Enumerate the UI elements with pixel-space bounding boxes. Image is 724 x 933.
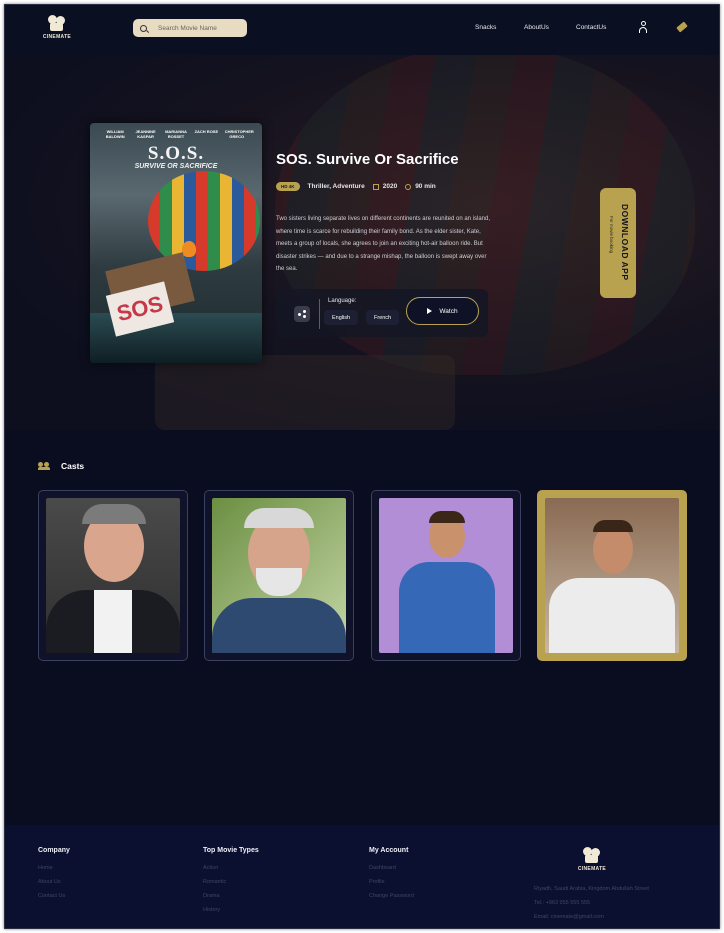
footer-heading: My Account — [369, 847, 409, 854]
casts-heading: Casts — [61, 461, 85, 471]
footer-heading: Company — [38, 847, 70, 854]
language-english-button[interactable]: English — [324, 310, 359, 325]
movie-year: 2020 — [382, 183, 398, 190]
movie-hero: SOS WILLIAM BALDWIN JEANNINE KASPAR MARI… — [5, 55, 719, 430]
share-button[interactable] — [294, 306, 310, 322]
search-input[interactable] — [158, 24, 238, 32]
calendar-icon — [372, 183, 379, 190]
movie-meta: HD 4K Thriller, Adventure 2020 90 min — [276, 182, 436, 191]
watch-button[interactable]: Watch — [406, 297, 479, 325]
watch-label: Watch — [439, 307, 458, 315]
footer: Company Home About Us Contact Us Top Mov… — [5, 825, 719, 928]
poster-actor-names: WILLIAM BALDWIN JEANNINE KASPAR MARIANNA… — [105, 129, 254, 139]
footer-movie-types: Top Movie Types Action Romantic Drama Hi… — [203, 847, 259, 921]
footer-heading: Top Movie Types — [203, 847, 259, 854]
movie-description: Two sisters living separate lives on dif… — [276, 216, 491, 272]
cast-photo — [545, 498, 679, 653]
cast-photo — [46, 498, 180, 653]
download-app-button[interactable]: DOWNLOAD APP For movie booking — [600, 188, 636, 298]
movie-genres: Thriller, Adventure — [307, 183, 365, 190]
footer-logo-text: CINEMATE — [577, 866, 607, 872]
footer-logo[interactable]: CINEMATE — [577, 847, 607, 872]
share-icon — [298, 310, 306, 318]
footer-address: Riyadh, Saudi Arabia, Kingdom Abdullah S… — [534, 886, 649, 892]
footer-contact-info: Riyadh, Saudi Arabia, Kingdom Abdullah S… — [534, 886, 649, 928]
poster-subtitle: SURVIVE OR SACRIFICE — [134, 163, 218, 170]
footer-link-profile[interactable]: Profile — [369, 879, 414, 885]
download-app-sublabel: For movie booking — [609, 216, 614, 254]
play-icon — [427, 308, 433, 314]
nav-contact-us[interactable]: ContactUs — [576, 24, 606, 31]
download-app-label: DOWNLOAD APP — [620, 204, 630, 281]
poster-title: S.O.S. — [147, 143, 205, 164]
backdrop-basket — [155, 355, 455, 430]
footer-link-history[interactable]: History — [203, 907, 259, 913]
nav-snacks[interactable]: Snacks — [475, 24, 496, 31]
footer-link-about-us[interactable]: About Us — [38, 879, 70, 885]
cast-card[interactable] — [204, 490, 354, 661]
search-icon — [140, 24, 147, 32]
footer-link-change-password[interactable]: Change Password — [369, 893, 414, 899]
footer-phone: Tel.: +963 955 555 555 — [534, 900, 591, 906]
movie-title: SOS. Survive Or Sacrifice — [276, 151, 459, 168]
page-frame: CINEMATE Snacks AboutUs ContactUs SOS WI… — [4, 4, 720, 929]
footer-link-romantic[interactable]: Romantic — [203, 879, 259, 885]
nav-about-us[interactable]: AboutUs — [524, 24, 549, 31]
action-panel: Language: English French Watch — [276, 289, 488, 337]
ticket-icon[interactable] — [676, 21, 688, 33]
footer-company: Company Home About Us Contact Us — [38, 847, 70, 907]
cast-card[interactable] — [38, 490, 188, 661]
film-camera-icon — [48, 15, 66, 33]
user-icon[interactable] — [639, 21, 647, 33]
language-label: Language: — [328, 298, 357, 304]
search-bar[interactable] — [133, 19, 247, 37]
quality-badge: HD 4K — [276, 182, 300, 191]
movie-poster: SOS WILLIAM BALDWIN JEANNINE KASPAR MARI… — [90, 123, 262, 363]
language-french-button[interactable]: French — [366, 310, 400, 325]
footer-link-contact-us[interactable]: Contact Us — [38, 893, 70, 899]
movie-duration: 90 min — [415, 183, 436, 190]
panel-divider — [319, 299, 320, 329]
footer-link-drama[interactable]: Drama — [203, 893, 259, 899]
footer-my-account: My Account Dashboard Profile Change Pass… — [369, 847, 414, 907]
cast-card[interactable] — [371, 490, 521, 661]
film-camera-icon — [583, 847, 601, 865]
footer-link-home[interactable]: Home — [38, 865, 70, 871]
clock-icon — [405, 183, 412, 190]
cast-card-selected[interactable] — [537, 490, 687, 661]
cast-photo — [212, 498, 346, 653]
logo-text: CINEMATE — [42, 34, 72, 40]
footer-link-action[interactable]: Action — [203, 865, 259, 871]
footer-link-dashboard[interactable]: Dashboard — [369, 865, 414, 871]
people-icon — [38, 462, 50, 470]
footer-email: Email: cinemate@gmail.com — [534, 914, 604, 920]
top-navbar: CINEMATE Snacks AboutUs ContactUs — [5, 5, 719, 55]
logo[interactable]: CINEMATE — [41, 15, 73, 40]
cast-photo — [379, 498, 513, 653]
